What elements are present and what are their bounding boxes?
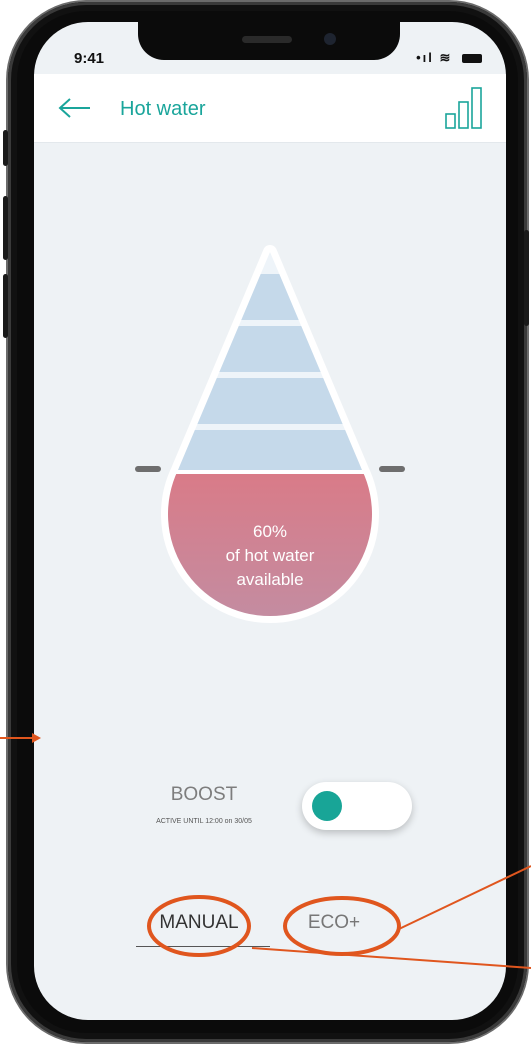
boost-active-until: ACTIVE UNTIL 12:00 on 30/05 [156, 818, 252, 825]
phone-side-button [3, 274, 8, 338]
hot-water-percentage: 60% [252, 522, 288, 541]
phone-side-button [3, 130, 8, 166]
speaker-grille [242, 36, 292, 43]
hot-water-caption-line2: available [236, 570, 304, 589]
signal-bars-icon[interactable] [444, 86, 484, 130]
status-icons: •ıl ≋ [416, 50, 482, 66]
mode-tab-manual[interactable]: MANUAL [144, 912, 254, 934]
cold-layer [168, 326, 372, 372]
mode-tab-eco-plus[interactable]: ECO+ [284, 912, 384, 934]
status-time: 9:41 [74, 50, 105, 67]
hot-water-caption-line1: of hot water [225, 546, 315, 565]
hot-water-tank: 60% of hot water available [34, 222, 506, 742]
hot-water-fill [168, 474, 372, 617]
app-screen: 9:41 •ıl ≋ Hot water 60% of hot water av… [34, 22, 506, 1020]
page-title: Hot water [120, 98, 206, 120]
app-header: Hot water [34, 74, 506, 143]
boost-toggle[interactable] [302, 782, 412, 830]
active-tab-underline [136, 946, 270, 947]
front-camera [324, 33, 336, 45]
water-drop-gauge [135, 245, 405, 623]
phone-side-button [3, 196, 8, 260]
battery-icon [462, 54, 482, 64]
cold-layer [168, 378, 372, 424]
wifi-icon: ≋ [439, 50, 453, 65]
cellular-signal-icon: •ıl [416, 50, 434, 65]
notch [138, 22, 400, 60]
cold-layer [168, 274, 372, 320]
arrow-left-icon[interactable] [58, 96, 92, 120]
phone-side-button [524, 230, 529, 326]
boost-toggle-knob [312, 791, 342, 821]
boost-label: BOOST [170, 784, 238, 805]
